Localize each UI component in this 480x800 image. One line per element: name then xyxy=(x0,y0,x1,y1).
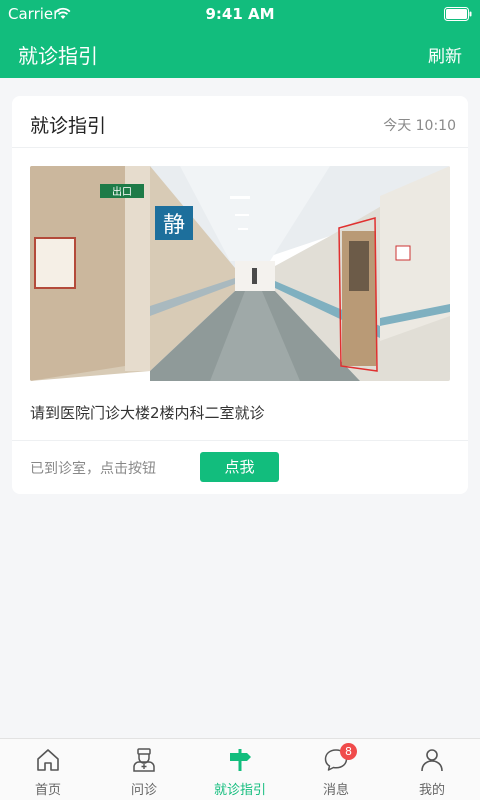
battery-icon xyxy=(444,7,472,21)
page-title: 就诊指引 xyxy=(18,44,98,68)
tab-messages[interactable]: 8 消息 xyxy=(288,739,384,800)
doctor-icon xyxy=(133,748,155,772)
user-icon xyxy=(421,749,443,772)
home-icon xyxy=(37,749,59,771)
card-header: 就诊指引 今天 10:10 xyxy=(12,96,468,148)
clock: 9:41 AM xyxy=(205,5,275,23)
quiet-sign-text: 静 xyxy=(163,213,185,238)
card-timestamp: 今天 10:10 xyxy=(383,118,456,134)
tab-label-guide: 就诊指引 xyxy=(213,783,266,798)
tab-profile[interactable]: 我的 xyxy=(384,739,480,800)
arrival-prompt: 已到诊室，点击按钮 xyxy=(30,461,156,477)
visit-instruction: 请到医院门诊大楼2楼内科二室就诊 xyxy=(30,404,265,422)
exit-sign-text: 出口 xyxy=(112,185,132,198)
tab-label-profile: 我的 xyxy=(418,783,445,798)
hospital-corridor-image: 静 出口 xyxy=(30,166,450,381)
tab-home[interactable]: 首页 xyxy=(0,739,96,800)
divider xyxy=(12,440,468,441)
signpost-icon xyxy=(230,749,251,771)
card-title: 就诊指引 xyxy=(30,115,107,137)
tab-label-messages: 消息 xyxy=(322,783,349,798)
tab-guide[interactable]: 就诊指引 xyxy=(192,739,288,800)
tab-label-home: 首页 xyxy=(34,783,61,798)
tab-label-consult: 问诊 xyxy=(130,783,157,798)
arrival-confirm-button[interactable]: 点我 xyxy=(200,452,279,482)
bottom-tab-bar: 首页 问诊 就诊指引 8 消息 我的 xyxy=(0,738,480,800)
refresh-button[interactable]: 刷新 xyxy=(428,42,462,67)
status-bar: Carrier 9:41 AM xyxy=(0,0,480,28)
tab-consult[interactable]: 问诊 xyxy=(96,739,192,800)
unread-badge: 8 xyxy=(340,743,357,760)
app-header: Carrier 9:41 AM 就诊指引 刷新 xyxy=(0,0,480,78)
guide-card: 就诊指引 今天 10:10 静 出口 请到医院门诊大楼2楼内科二室就诊 已到诊室… xyxy=(12,96,468,494)
